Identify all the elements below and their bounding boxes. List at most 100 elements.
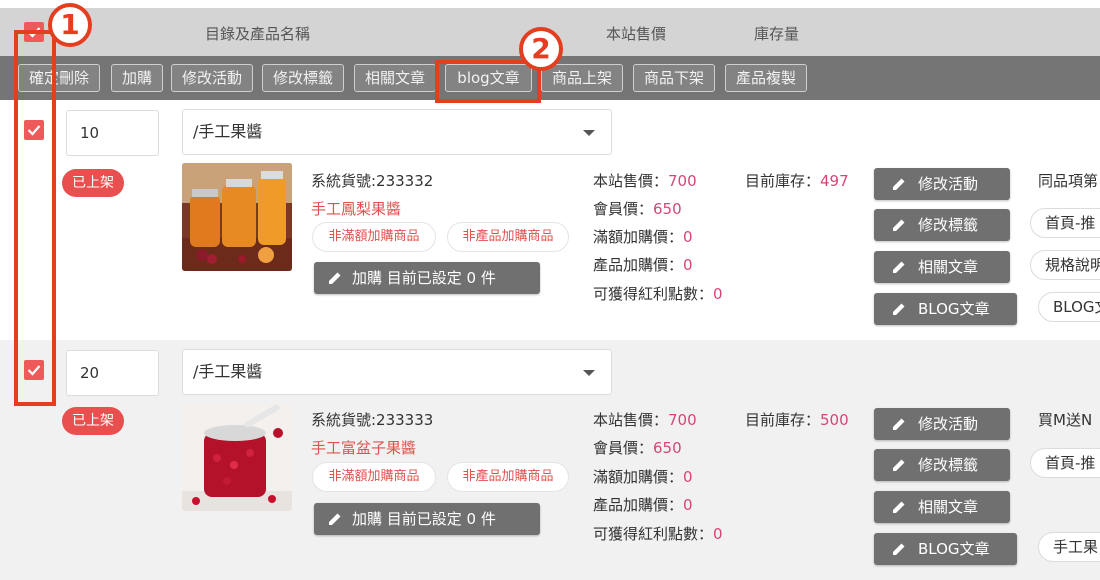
member-price-label: 會員價： [593,439,654,457]
bonus-points: 可獲得紅利點數：0 [593,283,723,304]
product-addon-price-value: 0 [683,256,693,274]
pencil-icon [329,272,341,284]
status-badge[interactable]: 已上架 [62,407,124,435]
current-stock: 目前庫存：500 [745,409,849,430]
site-price-value: 700 [668,172,697,190]
site-price-value: 700 [668,411,697,429]
category-select-value: /手工果醬 [193,362,263,381]
product-addon-tag: 非產品加購商品 [447,222,569,252]
pencil-icon [893,459,905,471]
product-name[interactable]: 手工鳳梨果醬 [311,198,401,219]
sort-order-input[interactable]: 10 [66,110,159,156]
edit-tags-button[interactable]: 修改標籤 [262,64,344,92]
annotation-highlight-checkboxes [14,30,56,406]
product-row: 20 /手工果醬 已上架 系統貨號:233333 手工富盆子果醬 非滿額加購商品… [0,340,1100,580]
pencil-icon [893,219,905,231]
edit-event-row-label: 修改活動 [918,175,979,193]
chevron-down-icon [583,130,595,136]
tag-pill[interactable]: BLOG文 [1038,292,1100,322]
pencil-icon [893,501,905,513]
tag-pill[interactable]: 首頁-推 [1030,448,1100,478]
edit-tags-row-button[interactable]: 修改標籤 [874,209,1010,241]
full-addon-price-value: 0 [683,468,693,486]
edit-tags-row-label: 修改標籤 [918,456,979,474]
edit-event-button[interactable]: 修改活動 [171,64,253,92]
site-price-label: 本站售價： [593,411,669,429]
product-thumbnail[interactable] [182,163,292,271]
column-header-stock: 庫存量 [754,25,800,43]
pencil-icon [893,543,905,555]
add-on-button[interactable]: 加購 [111,64,163,92]
current-stock: 目前庫存：497 [745,170,849,191]
chevron-down-icon [583,370,595,376]
related-articles-row-button[interactable]: 相關文章 [874,251,1010,283]
blog-article-row-button[interactable]: BLOG文章 [874,533,1017,565]
sku-text: 系統貨號:233333 [311,411,434,429]
full-addon-tag: 非滿額加購商品 [312,462,436,492]
category-select-value: /手工果醬 [193,122,263,141]
add-on-setting-button[interactable]: 加購 目前已設定 0 件 [314,262,540,294]
tag-pill[interactable]: 首頁-推 [1030,208,1100,238]
product-addon-price-value: 0 [683,496,693,514]
edit-event-row-label: 修改活動 [918,415,979,433]
category-select[interactable]: /手工果醬 [182,349,612,395]
full-addon-tag: 非滿額加購商品 [312,222,436,252]
product-addon-price-label: 產品加購價： [593,256,684,274]
blog-article-row-label: BLOG文章 [918,300,990,318]
site-price-label: 本站售價： [593,172,669,190]
member-price: 會員價：650 [593,437,682,458]
pencil-icon [893,261,905,273]
sku-text: 系統貨號:233332 [311,172,434,190]
product-name[interactable]: 手工富盆子果醬 [311,437,416,458]
bonus-points-value: 0 [713,525,723,543]
list-product-button[interactable]: 商品上架 [541,64,623,92]
status-badge[interactable]: 已上架 [62,169,124,197]
full-addon-price-value: 0 [683,228,693,246]
edit-event-row-button[interactable]: 修改活動 [874,408,1010,440]
product-row: 10 /手工果醬 已上架 系統貨號:233332 手工鳳梨果醬 非滿額加購商品 … [0,100,1100,340]
current-stock-value: 497 [820,172,849,190]
site-price: 本站售價：700 [593,409,697,430]
add-on-setting-button[interactable]: 加購 目前已設定 0 件 [314,503,540,535]
pencil-icon [893,178,905,190]
full-addon-price-label: 滿額加購價： [593,228,684,246]
full-addon-price: 滿額加購價：0 [593,226,693,247]
product-addon-price-label: 產品加購價： [593,496,684,514]
member-price-label: 會員價： [593,200,654,218]
bonus-points-value: 0 [713,285,723,303]
bonus-points: 可獲得紅利點數：0 [593,523,723,544]
sort-order-input[interactable]: 20 [66,350,159,396]
related-articles-row-label: 相關文章 [918,498,979,516]
annotation-badge-1: 1 [48,3,92,47]
unlist-product-button[interactable]: 商品下架 [633,64,715,92]
product-addon-price: 產品加購價：0 [593,254,693,275]
related-articles-button[interactable]: 相關文章 [354,64,436,92]
copy-product-button[interactable]: 產品複製 [725,64,807,92]
annotation-highlight-blog-button [435,60,541,103]
member-price-value: 650 [653,200,682,218]
related-articles-row-label: 相關文章 [918,258,979,276]
pencil-icon [329,513,341,525]
full-addon-price: 滿額加購價：0 [593,466,693,487]
member-price: 會員價：650 [593,198,682,219]
add-on-setting-label: 加購 目前已設定 0 件 [352,269,496,287]
edit-tags-row-button[interactable]: 修改標籤 [874,449,1010,481]
current-stock-value: 500 [820,411,849,429]
tag-pill[interactable]: 規格說明 [1030,250,1100,280]
tag-pill[interactable]: 手工果 [1038,532,1100,562]
annotation-badge-2: 2 [519,27,563,71]
related-item-text: 買M送N [1038,411,1093,429]
edit-event-row-button[interactable]: 修改活動 [874,168,1010,200]
column-header-price: 本站售價 [606,25,667,43]
product-thumbnail[interactable] [182,403,292,511]
current-stock-label: 目前庫存： [745,411,821,429]
blog-article-row-button[interactable]: BLOG文章 [874,293,1017,325]
product-addon-tag: 非產品加購商品 [447,462,569,492]
blog-article-row-label: BLOG文章 [918,540,990,558]
full-addon-price-label: 滿額加購價： [593,468,684,486]
add-on-setting-label: 加購 目前已設定 0 件 [352,510,496,528]
related-articles-row-button[interactable]: 相關文章 [874,491,1010,523]
bonus-points-label: 可獲得紅利點數： [593,285,714,303]
member-price-value: 650 [653,439,682,457]
category-select[interactable]: /手工果醬 [182,109,612,155]
